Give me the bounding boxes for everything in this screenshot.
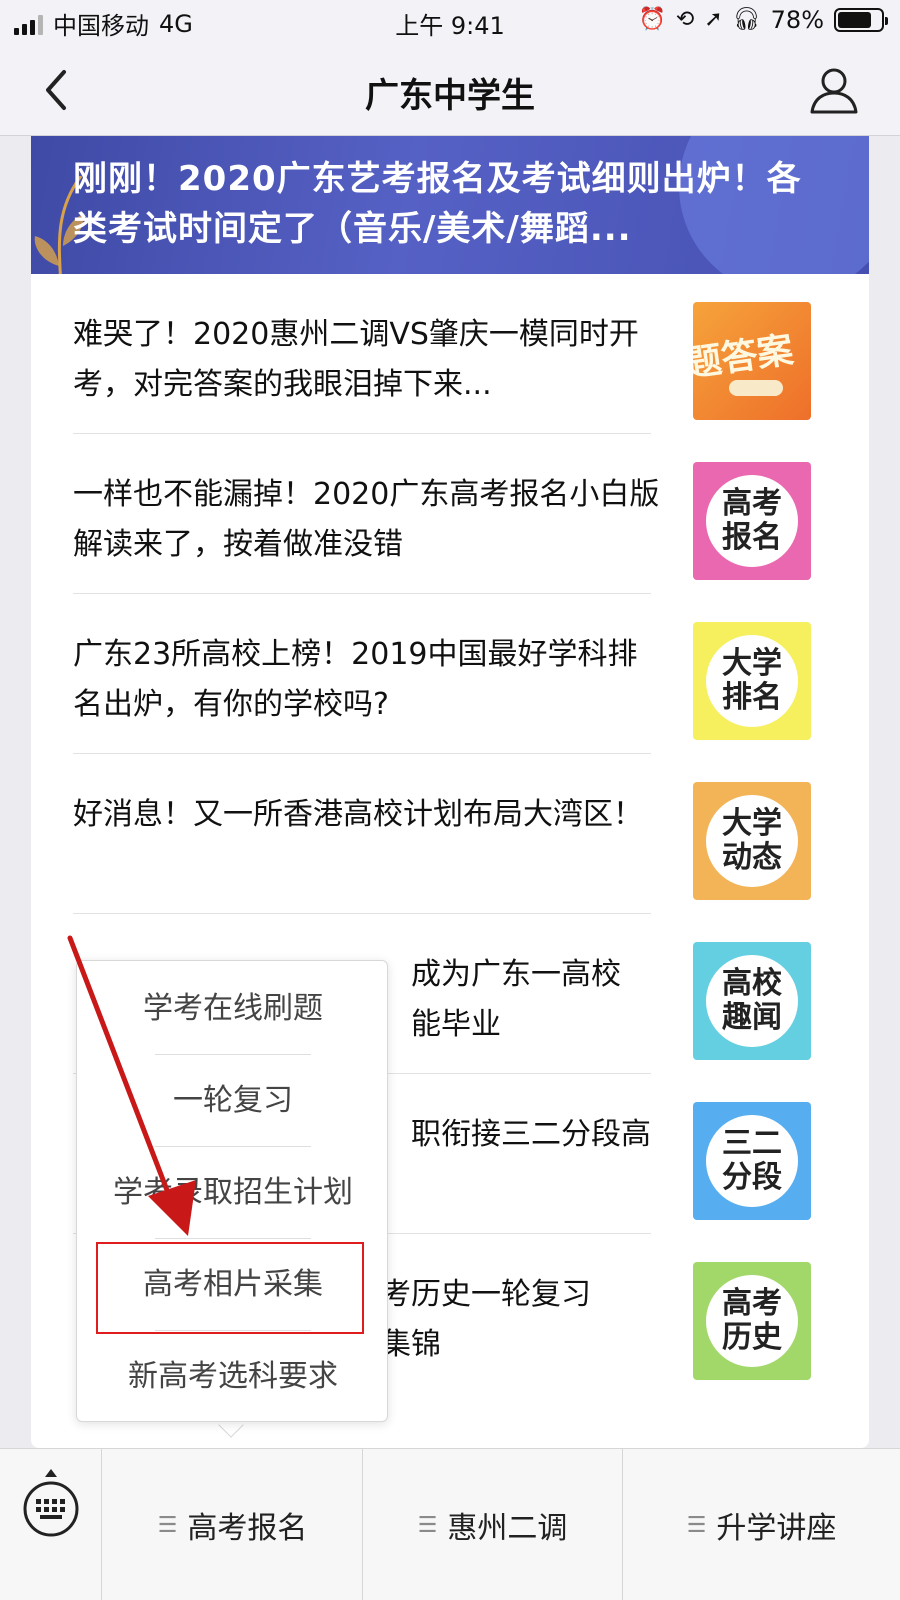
article-thumbnail: 高考 报名 [693, 462, 811, 580]
keyboard-icon [23, 1469, 79, 1537]
banner-title: 刚刚！2020广东艺考报名及考试细则出炉！各类考试时间定了（音乐/美术/舞蹈..… [73, 159, 802, 249]
thumbnail-label: 高校 趣闻 [706, 955, 798, 1047]
keyboard-toggle[interactable] [0, 1449, 102, 1600]
annotation-highlight-box [96, 1242, 364, 1334]
menu-lines-icon: ☰ [686, 1512, 707, 1538]
menu-lines-icon: ☰ [417, 1512, 438, 1538]
thumbnail-label: 高考 历史 [706, 1275, 798, 1367]
article-thumbnail: 三二 分段 [693, 1102, 811, 1220]
nav-bar: 广东中学生 [0, 44, 900, 136]
menu-lines-icon: ☰ [157, 1512, 178, 1538]
user-profile-icon[interactable] [808, 64, 860, 116]
status-right: ⏰ ⟲ ➚ 🎧︎ 78% [638, 6, 888, 34]
article-thumbnail: 高校 趣闻 [693, 942, 811, 1060]
alarm-icon: ⏰ [638, 7, 666, 32]
thumbnail-label: 大学 排名 [706, 635, 798, 727]
article-title: 职衔接三二分段高 [411, 1117, 651, 1152]
article-thumbnail: 大学 动态 [693, 782, 811, 900]
article-item[interactable]: 好消息！又一所香港高校计划布局大湾区！ 大学 动态 [31, 754, 869, 914]
menu-button-gaokao-registration[interactable]: ☰ 高考报名 [103, 1449, 362, 1600]
thumbnail-label: 题答案 [693, 329, 796, 386]
battery-fill [838, 12, 871, 28]
location-icon: ➚ [704, 7, 723, 32]
thumbnail-ribbon [729, 380, 783, 396]
battery-icon [834, 8, 888, 32]
status-bar: 中国移动 4G 上午 9:41 ⏰ ⟲ ➚ 🎧︎ 78% [0, 0, 900, 44]
menu-button-label: 惠州二调 [447, 1511, 568, 1546]
article-title: 一样也不能漏掉！2020广东高考报名小白版解读来了，按着做准没错 [73, 477, 660, 562]
article-title: 成为广东一高校 能毕业 [411, 957, 621, 1042]
article-thumbnail: 高考 历史 [693, 1262, 811, 1380]
thumbnail-label: 三二 分段 [706, 1115, 798, 1207]
menu-button-lectures[interactable]: ☰ 升学讲座 [623, 1449, 900, 1600]
submenu-item-subject-requirements[interactable]: 新高考选科要求 [77, 1331, 389, 1423]
submenu-item-admission-plan[interactable]: 学考录取招生计划 [77, 1147, 389, 1239]
article-thumbnail: 题答案 [693, 302, 811, 420]
headphones-icon: 🎧︎ [732, 7, 761, 32]
menu-button-label: 升学讲座 [716, 1511, 837, 1546]
page-title: 广东中学生 [365, 76, 535, 116]
menu-button-label: 高考报名 [187, 1511, 308, 1546]
article-title: 考历史一轮复习 集锦 [381, 1277, 591, 1362]
orientation-lock-icon: ⟲ [675, 7, 695, 32]
submenu-item-review[interactable]: 一轮复习 [77, 1055, 389, 1147]
thumbnail-label: 高考 报名 [706, 475, 798, 567]
submenu-item-exam-practice[interactable]: 学考在线刷题 [77, 963, 389, 1055]
article-title: 难哭了！2020惠州二调VS肇庆一模同时开考，对完答案的我眼泪掉下来... [73, 317, 639, 402]
article-item[interactable]: 一样也不能漏掉！2020广东高考报名小白版解读来了，按着做准没错 高考 报名 [31, 434, 869, 594]
article-title: 好消息！又一所香港高校计划布局大湾区！ [73, 797, 643, 832]
featured-banner[interactable]: 刚刚！2020广东艺考报名及考试细则出炉！各类考试时间定了（音乐/美术/舞蹈..… [31, 136, 869, 274]
menu-button-huizhou-exam[interactable]: ☰ 惠州二调 [363, 1449, 622, 1600]
article-title: 广东23所高校上榜！2019中国最好学科排名出炉，有你的学校吗? [73, 637, 638, 722]
battery-percent: 78% [770, 6, 824, 34]
article-item[interactable]: 难哭了！2020惠州二调VS肇庆一模同时开考，对完答案的我眼泪掉下来... 题答… [31, 274, 869, 434]
bottom-menu-bar: ☰ 高考报名 ☰ 惠州二调 ☰ 升学讲座 [0, 1448, 900, 1600]
thumbnail-label: 大学 动态 [706, 795, 798, 887]
article-item[interactable]: 广东23所高校上榜！2019中国最好学科排名出炉，有你的学校吗? 大学 排名 [31, 594, 869, 754]
submenu-popup: 学考在线刷题 一轮复习 学考录取招生计划 高考相片采集 新高考选科要求 [76, 960, 388, 1422]
article-thumbnail: 大学 排名 [693, 622, 811, 740]
